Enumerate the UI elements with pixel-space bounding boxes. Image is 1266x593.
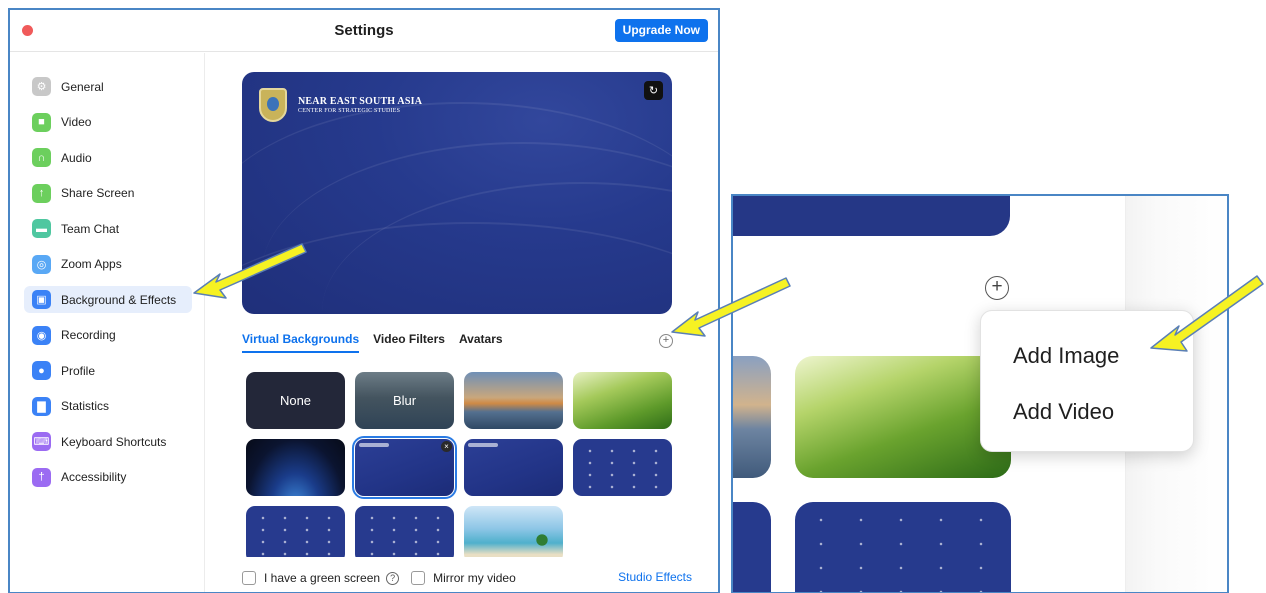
zoomed-grass-thumbnail[interactable]	[795, 356, 1011, 478]
sidebar-item-background-effects[interactable]: ▣ Background & Effects	[24, 286, 192, 313]
mirror-video-label: Mirror my video	[433, 571, 516, 585]
background-thumbnail-neso[interactable]: ×	[352, 436, 457, 499]
settings-window: Settings Upgrade Now ⚙ General ■ Video ∩ Audi…	[8, 8, 720, 593]
sidebar-item-label: Share Screen	[61, 186, 135, 200]
green-screen-checkbox[interactable]	[242, 571, 256, 585]
thumbnail-label: None	[279, 393, 312, 408]
background-grid: None Blur ×	[246, 372, 676, 557]
sidebar-item-audio[interactable]: ∩ Audio	[24, 144, 192, 171]
accessibility-icon: †	[32, 467, 51, 487]
background-thumbnail-bridge[interactable]	[464, 372, 563, 429]
sidebar-item-label: Keyboard Shortcuts	[61, 434, 167, 449]
arrow-to-add-image	[1150, 275, 1264, 352]
upgrade-now-button[interactable]: Upgrade Now	[614, 19, 708, 42]
apps-icon: ◎	[32, 254, 51, 274]
sidebar-item-label: Team Chat	[61, 221, 120, 236]
sidebar-item-recording[interactable]: ◉ Recording	[24, 322, 192, 349]
background-thumbnail-grass[interactable]	[573, 372, 672, 429]
sidebar-item-team-chat[interactable]: ▬ Team Chat	[24, 215, 192, 242]
window-title: Settings	[334, 22, 394, 39]
preview-logo-subtitle: CENTER FOR STRATEGIC STUDIES	[298, 108, 401, 114]
background-thumbnail-neso-pattern[interactable]	[355, 506, 454, 557]
remove-background-icon[interactable]: ×	[441, 441, 452, 452]
sidebar-item-label: Profile	[61, 363, 96, 378]
tab-video-filters[interactable]: Video Filters	[373, 332, 445, 353]
logo-pattern	[579, 445, 666, 490]
studio-effects-link[interactable]: Studio Effects	[618, 570, 692, 584]
background-thumbnail-neso-pattern[interactable]	[246, 506, 345, 557]
headphones-icon: ∩	[32, 148, 51, 167]
sidebar-item-keyboard-shortcuts[interactable]: ⌨ Keyboard Shortcuts	[24, 428, 192, 455]
statistics-icon: ▇	[32, 396, 51, 416]
tab-avatars[interactable]: Avatars	[459, 332, 503, 353]
logo-pattern	[361, 512, 448, 557]
arrow-to-add-plus	[671, 277, 791, 337]
logo-pattern	[252, 512, 339, 557]
video-icon: ■	[32, 112, 51, 132]
nesa-seal-logo	[259, 88, 287, 122]
background-thumbnail-earth[interactable]	[246, 439, 345, 496]
preview-logo-title: NEAR EAST SOUTH ASIA	[298, 96, 423, 107]
profile-icon: ●	[32, 361, 51, 380]
title-bar: Settings Upgrade Now	[10, 10, 718, 52]
zoomed-add-plus-icon[interactable]: +	[985, 276, 1009, 300]
zoomed-neso-pattern-thumbnail[interactable]	[795, 502, 1011, 592]
mini-logo	[468, 443, 498, 447]
sidebar-item-label: Audio	[61, 150, 92, 165]
recording-icon: ◉	[32, 325, 51, 345]
thumbnail-label: Blur	[392, 393, 417, 408]
sidebar-item-label: Accessibility	[61, 470, 127, 484]
sidebar-item-profile[interactable]: ● Profile	[24, 357, 192, 384]
gear-icon: ⚙	[32, 77, 51, 96]
background-thumbnail-neso[interactable]	[464, 439, 563, 496]
background-icon: ▣	[32, 290, 51, 309]
mini-logo	[359, 443, 389, 447]
palm-tree	[529, 527, 555, 553]
background-thumbnail-beach[interactable]	[464, 506, 563, 557]
background-effects-panel: NEAR EAST SOUTH ASIA CENTER FOR STRATEGI…	[206, 53, 718, 592]
zoomed-neso-thumbnail-left[interactable]	[733, 502, 771, 592]
sidebar-item-label: Statistics	[61, 399, 110, 413]
background-thumbnail-none[interactable]: None	[246, 372, 345, 429]
settings-sidebar: ⚙ General ■ Video ∩ Audio ↑ Share Screen ▬ Team C…	[10, 53, 205, 592]
sidebar-item-label: General	[61, 79, 104, 94]
tab-virtual-backgrounds[interactable]: Virtual Backgrounds	[242, 332, 360, 353]
keyboard-icon: ⌨	[32, 432, 51, 451]
arrow-to-background-effects	[193, 243, 307, 299]
zoomed-preview-edge	[733, 196, 1010, 236]
add-image-menu-item[interactable]: Add Image	[1013, 343, 1119, 369]
zoomed-bridge-thumbnail[interactable]	[733, 356, 771, 478]
help-icon[interactable]: ?	[386, 571, 400, 585]
sidebar-item-general[interactable]: ⚙ General	[24, 73, 192, 100]
background-thumbnail-neso-pattern[interactable]	[573, 439, 672, 496]
sidebar-item-zoom-apps[interactable]: ◎ Zoom Apps	[24, 251, 192, 278]
sidebar-item-label: Background & Effects	[61, 292, 177, 307]
chat-icon: ▬	[32, 219, 51, 238]
background-footer: I have a green screen ? Mirror my video …	[242, 568, 692, 588]
sidebar-item-share-screen[interactable]: ↑ Share Screen	[24, 180, 192, 207]
background-thumbnail-blur[interactable]: Blur	[355, 372, 454, 429]
share-screen-icon: ↑	[32, 183, 51, 203]
sidebar-item-video[interactable]: ■ Video	[24, 109, 192, 136]
green-screen-label: I have a green screen	[264, 571, 381, 585]
mirror-video-checkbox[interactable]	[411, 571, 426, 585]
zoomed-callout-panel: + Add Image Add Video	[731, 194, 1229, 593]
rotate-camera-icon[interactable]: ↻	[644, 81, 663, 100]
add-video-menu-item[interactable]: Add Video	[1013, 399, 1114, 425]
background-tabs: Virtual Backgrounds Video Filters Avatars	[242, 332, 503, 353]
sidebar-item-statistics[interactable]: ▇ Statistics	[24, 393, 192, 420]
sidebar-item-label: Zoom Apps	[61, 257, 122, 271]
sidebar-item-label: Recording	[61, 328, 116, 342]
sidebar-item-label: Video	[61, 115, 92, 129]
sidebar-item-accessibility[interactable]: † Accessibility	[24, 464, 192, 491]
